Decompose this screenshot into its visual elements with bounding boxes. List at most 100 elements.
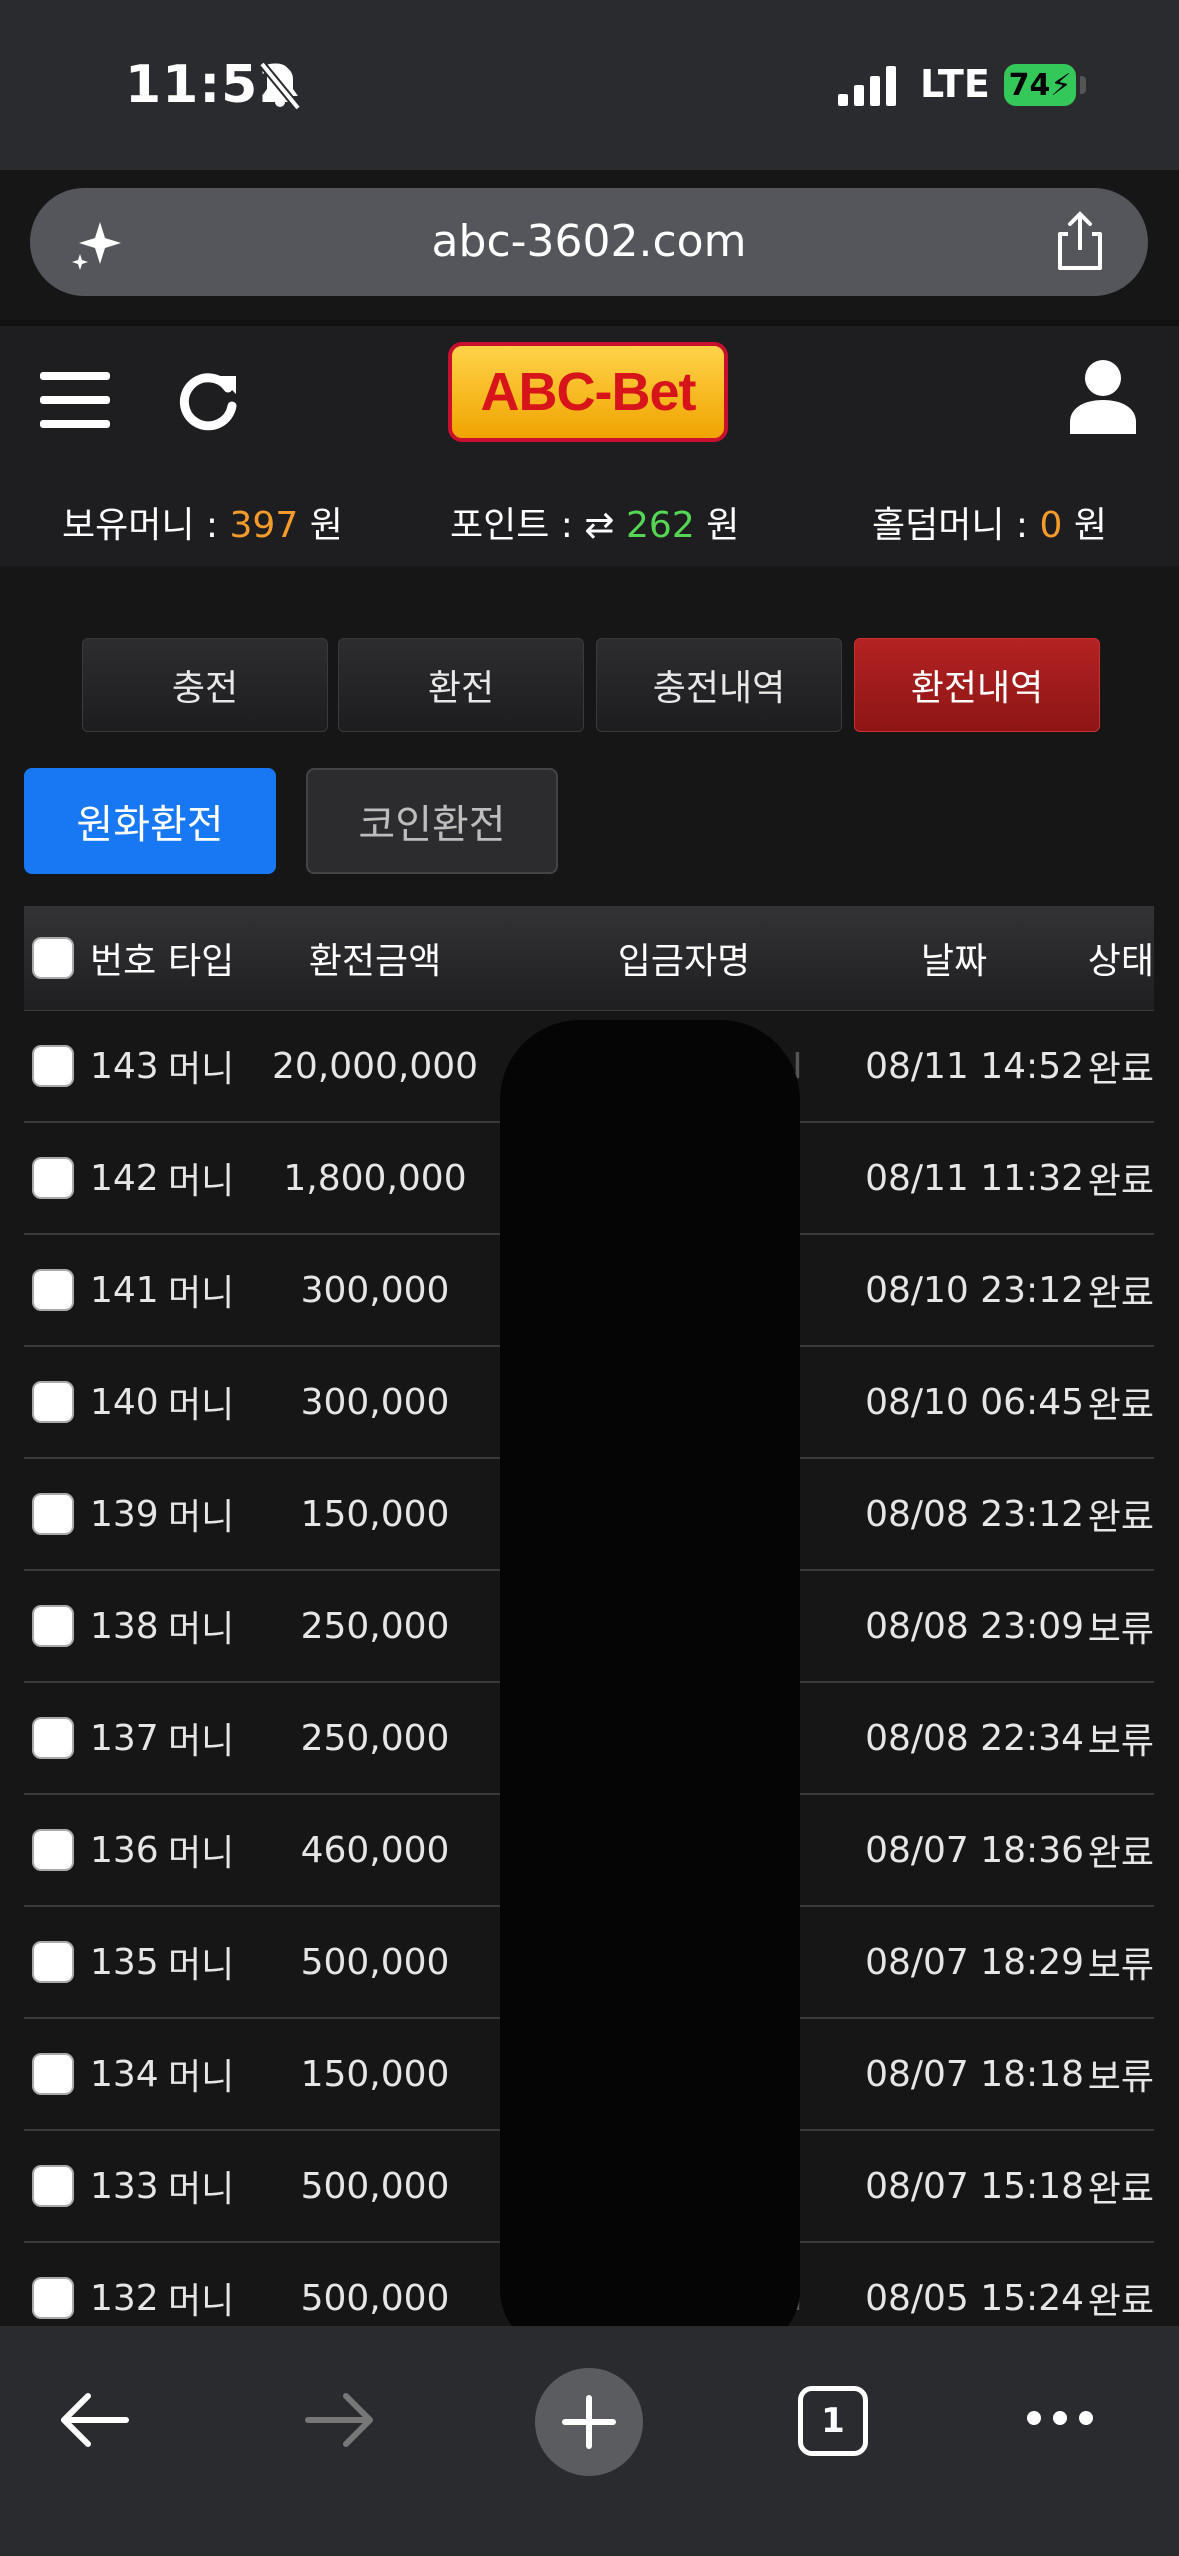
point-balance: 포인트 : ⇄ 262 원 — [450, 496, 739, 548]
header-type: 타입 — [168, 941, 235, 982]
row-date: 08/10 23:12 — [865, 1269, 1084, 1311]
subtab-coin-withdraw[interactable]: 코인환전 — [306, 768, 558, 874]
row-type: 머니 — [168, 1721, 235, 1762]
select-all-cell — [24, 906, 74, 1010]
subtab-krw-withdraw[interactable]: 원화환전 — [24, 768, 276, 874]
row-amount: 1,800,000 — [283, 1157, 467, 1199]
row-type: 머니 — [168, 2057, 235, 2098]
row-type: 머니 — [168, 1273, 235, 1314]
row-amount: 300,000 — [300, 1269, 450, 1311]
holdem-unit: 원 — [1073, 505, 1107, 546]
row-checkbox[interactable] — [32, 2277, 74, 2319]
row-amount: 500,000 — [300, 1941, 450, 1983]
url-text[interactable]: abc-3602.com — [30, 216, 1148, 267]
row-status: 완료 — [1087, 1161, 1154, 1202]
signal-icon — [838, 66, 896, 106]
tab-withdraw[interactable]: 환전 — [338, 638, 584, 732]
row-amount: 250,000 — [300, 1605, 450, 1647]
row-date: 08/07 18:18 — [865, 2053, 1084, 2095]
holdem-balance: 홀덤머니 : 0 원 — [872, 496, 1107, 548]
exchange-icon[interactable]: ⇄ — [584, 505, 614, 546]
money-value: 397 — [229, 505, 299, 546]
row-amount: 500,000 — [300, 2165, 450, 2207]
row-select-cell — [24, 1571, 74, 1681]
forward-arrow-icon[interactable] — [304, 2390, 376, 2450]
row-checkbox[interactable] — [32, 1829, 74, 1871]
network-type: LTE — [920, 62, 990, 106]
row-checkbox[interactable] — [32, 2053, 74, 2095]
money-unit: 원 — [309, 505, 343, 546]
point-value: 262 — [626, 505, 695, 546]
money-label: 보유머니 : — [62, 505, 219, 546]
row-type: 머니 — [168, 1833, 235, 1874]
site-logo[interactable]: ABC-Bet — [448, 342, 728, 442]
share-icon[interactable] — [1050, 210, 1110, 274]
row-date: 08/07 18:29 — [865, 1941, 1084, 1983]
battery-level: 74 — [1008, 67, 1051, 103]
row-select-cell — [24, 1235, 74, 1345]
tab-switcher-button[interactable]: 1 — [798, 2386, 868, 2456]
row-status: 완료 — [1087, 1833, 1154, 1874]
row-amount: 460,000 — [300, 1829, 450, 1871]
row-no: 139 — [90, 1493, 159, 1535]
row-checkbox[interactable] — [32, 2165, 74, 2207]
row-checkbox[interactable] — [32, 1381, 74, 1423]
hamburger-icon[interactable] — [40, 368, 110, 432]
row-checkbox[interactable] — [32, 1045, 74, 1087]
url-bar[interactable]: abc-3602.com — [30, 188, 1148, 296]
header-amount: 환전금액 — [308, 941, 442, 982]
bell-slash-icon — [258, 62, 302, 110]
battery-cap — [1080, 76, 1086, 94]
row-no: 136 — [90, 1829, 159, 1871]
row-no: 133 — [90, 2165, 159, 2207]
row-no: 140 — [90, 1381, 159, 1423]
header-no: 번호 — [90, 941, 157, 982]
row-status: 완료 — [1087, 2169, 1154, 2210]
tab-deposit-history[interactable]: 충전내역 — [596, 638, 842, 732]
row-no: 137 — [90, 1717, 159, 1759]
row-status: 완료 — [1087, 1385, 1154, 1426]
header-name: 입금자명 — [617, 941, 751, 982]
row-status: 보류 — [1087, 1721, 1154, 1762]
row-select-cell — [24, 1683, 74, 1793]
row-checkbox[interactable] — [32, 1717, 74, 1759]
row-checkbox[interactable] — [32, 1493, 74, 1535]
row-no: 135 — [90, 1941, 159, 1983]
tab-withdraw-history[interactable]: 환전내역 — [854, 638, 1100, 732]
money-balance: 보유머니 : 397 원 — [62, 496, 343, 548]
row-type: 머니 — [168, 2169, 235, 2210]
row-date: 08/08 22:34 — [865, 1717, 1084, 1759]
user-icon[interactable] — [1068, 358, 1138, 434]
row-no: 142 — [90, 1157, 159, 1199]
balance-bar: 보유머니 : 397 원 포인트 : ⇄ 262 원 홀덤머니 : 0 원 — [0, 496, 1179, 546]
battery-indicator: 74 ⚡ — [1004, 64, 1076, 106]
row-status: 보류 — [1087, 1609, 1154, 1650]
back-arrow-icon[interactable] — [58, 2390, 130, 2450]
select-all-checkbox[interactable] — [32, 937, 74, 979]
row-date: 08/08 23:09 — [865, 1605, 1084, 1647]
row-select-cell — [24, 1123, 74, 1233]
row-select-cell — [24, 2131, 74, 2241]
new-tab-button[interactable] — [535, 2368, 643, 2476]
row-select-cell — [24, 1907, 74, 2017]
refresh-icon[interactable] — [176, 366, 242, 434]
row-checkbox[interactable] — [32, 1605, 74, 1647]
table-header: 번호 타입 환전금액 입금자명 날짜 상태 — [24, 906, 1154, 1011]
plus-icon — [562, 2395, 616, 2449]
row-checkbox[interactable] — [32, 1269, 74, 1311]
row-select-cell — [24, 1795, 74, 1905]
row-select-cell — [24, 2019, 74, 2129]
row-date: 08/07 15:18 — [865, 2165, 1084, 2207]
row-date: 08/08 23:12 — [865, 1493, 1084, 1535]
more-icon[interactable] — [1024, 2408, 1096, 2428]
tab-deposit[interactable]: 충전 — [82, 638, 328, 732]
row-select-cell — [24, 1347, 74, 1457]
header-status: 상태 — [1087, 941, 1154, 982]
row-type: 머니 — [168, 1049, 235, 1090]
row-checkbox[interactable] — [32, 1157, 74, 1199]
row-status: 완료 — [1087, 1049, 1154, 1090]
row-checkbox[interactable] — [32, 1941, 74, 1983]
redaction-overlay — [500, 1020, 800, 2350]
row-no: 143 — [90, 1045, 159, 1087]
row-date: 08/11 14:52 — [865, 1045, 1084, 1087]
